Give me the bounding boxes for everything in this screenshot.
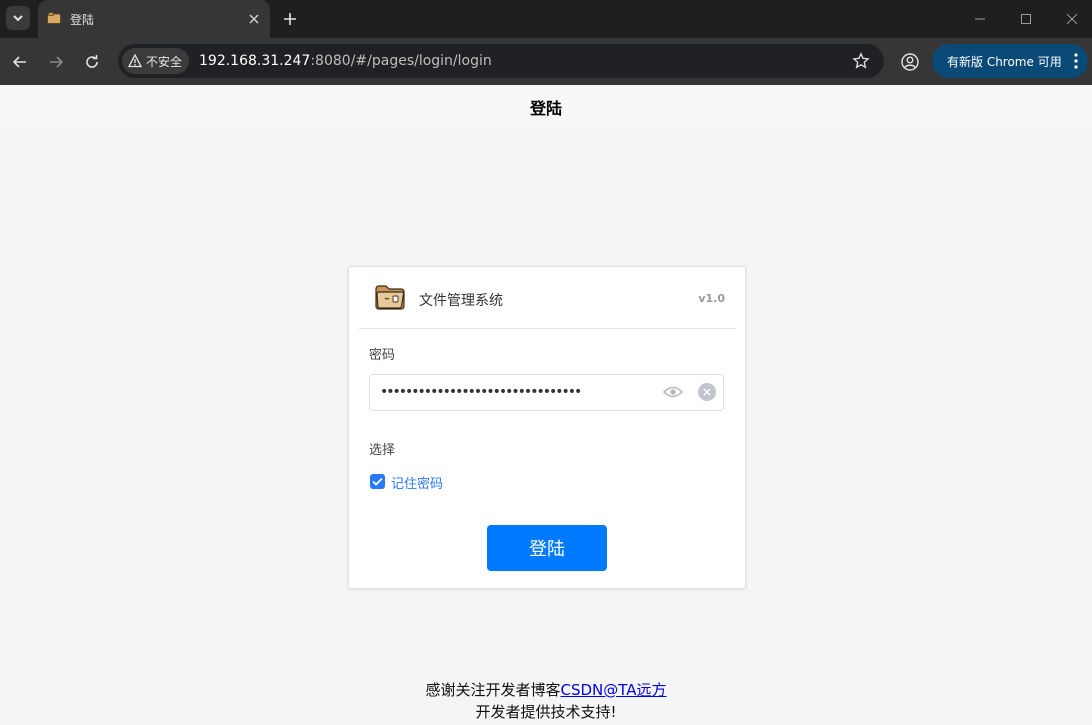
forward-button[interactable] [45,51,67,73]
url-text[interactable]: 192.168.31.247:8080/#/pages/login/login [199,53,492,69]
footer-thanks-text: 感谢关注开发者博客 [425,681,561,699]
eye-icon[interactable] [663,385,683,399]
system-title: 文件管理系统 [419,293,503,309]
reload-button[interactable] [81,51,103,73]
browser-tab-strip: 登陆 [0,0,1092,38]
address-bar[interactable]: 不安全 192.168.31.247:8080/#/pages/login/lo… [118,44,884,78]
password-input[interactable]: •••••••••••••••••••••••••••••••• [369,374,724,411]
remember-password-checkbox[interactable] [370,474,385,489]
csdn-blog-link[interactable]: CSDN@TA远方 [560,681,666,699]
arrow-left-icon [12,56,26,68]
remember-password-label[interactable]: 记住密码 [391,473,443,492]
chevron-down-icon [13,15,23,22]
page-title: 登陆 [529,99,562,118]
footer-line-1: 感谢关注开发者博客CSDN@TA远方 [0,679,1092,701]
page-nav-header: 登陆 [0,85,1092,129]
version-label: v1.0 [698,292,725,305]
browser-toolbar: 不安全 192.168.31.247:8080/#/pages/login/lo… [0,38,1092,85]
reload-icon [86,55,98,68]
maximize-icon [1021,14,1031,24]
card-header: 文件管理系统 v1.0 [359,267,735,329]
options-label: 选择 [369,443,396,458]
folder-logo-icon [375,285,405,310]
profile-icon[interactable] [900,52,920,72]
footer: 感谢关注开发者博客CSDN@TA远方 开发者提供技术支持! [0,679,1092,723]
clear-icon[interactable] [698,383,716,401]
bookmark-star-icon[interactable] [852,52,870,70]
password-value: •••••••••••••••••••••••••••••••• [380,384,582,400]
warning-triangle-icon [128,54,142,68]
checkmark-icon [372,477,383,486]
minimize-button[interactable] [972,11,988,27]
window-close-button[interactable] [1064,11,1080,27]
tab-search-button[interactable] [6,6,30,30]
security-chip[interactable]: 不安全 [122,48,189,74]
tab-close-button[interactable] [246,11,262,27]
arrow-right-icon [50,56,64,68]
minimize-icon [975,18,985,20]
back-button[interactable] [9,51,31,73]
update-label: 有新版 Chrome 可用 [947,54,1062,69]
password-label: 密码 [369,348,396,363]
url-host: 192.168.31.247 [199,53,311,69]
footer-line-2: 开发者提供技术支持! [475,703,617,721]
login-button[interactable]: 登陆 [487,525,607,571]
login-card: 文件管理系统 v1.0 密码 •••••••••••••••••••••••••… [348,266,746,589]
more-vertical-icon [1074,53,1078,73]
close-icon [249,14,259,24]
folder-favicon-icon [47,12,61,24]
close-icon [1066,13,1078,25]
new-tab-button[interactable] [280,9,300,29]
url-path: :8080/#/pages/login/login [310,53,492,69]
plus-icon [284,13,296,25]
maximize-button[interactable] [1018,11,1034,27]
browser-tab-active[interactable]: 登陆 [38,0,270,38]
tab-title: 登陆 [70,13,95,27]
chrome-update-button[interactable]: 有新版 Chrome 可用 [932,44,1088,78]
security-label: 不安全 [146,54,183,69]
